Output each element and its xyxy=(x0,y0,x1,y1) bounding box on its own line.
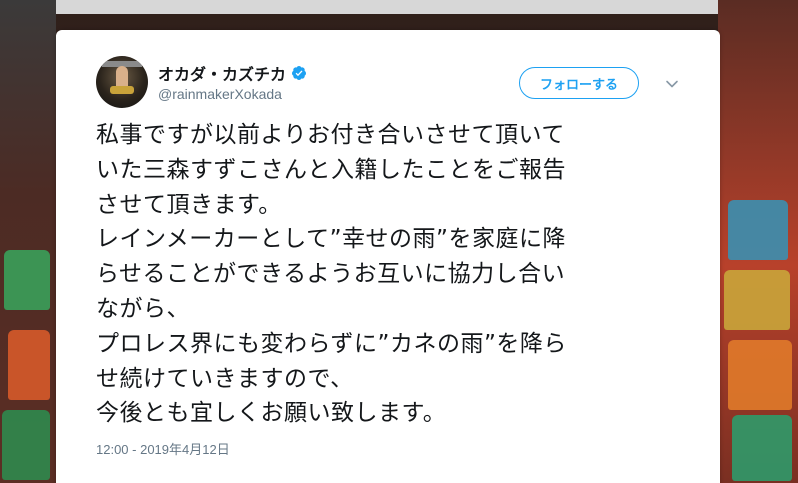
tweet-text-line: 私事ですが以前よりお付き合いさせて頂いて xyxy=(96,122,565,148)
tweet-text-line: いた三森すずこさんと入籍したことをご報告 xyxy=(96,156,566,183)
stadium-seat xyxy=(728,200,788,260)
stadium-seat xyxy=(728,340,792,410)
author-display-name[interactable]: オカダ・カズチカ xyxy=(158,61,286,85)
tweet-text-line: らせることができるようお互いに協力し合い xyxy=(96,261,566,288)
stadium-seat xyxy=(724,270,790,330)
top-bar xyxy=(0,0,798,14)
stadium-seat xyxy=(2,410,50,480)
tweet-text: 私事ですが以前よりお付き合いさせて頂いて いた三森すずこさんと入籍したことをご報… xyxy=(96,118,696,431)
author-handle[interactable]: @rainmakerXokada xyxy=(158,86,282,102)
author-name-row[interactable]: オカダ・カズチカ xyxy=(158,61,307,85)
tweet-text-line: させて頂きます。 xyxy=(96,191,282,218)
tweet-text-line: 今後とも宜しくお願い致します。 xyxy=(96,400,447,427)
tweet-text-line: ながら、 xyxy=(96,295,190,322)
verified-badge-icon xyxy=(292,66,307,80)
tweet-text-line: プロレス界にも変わらずに”カネの雨”を降ら xyxy=(96,330,567,357)
stadium-seat xyxy=(8,330,50,400)
avatar-belt xyxy=(110,86,134,94)
tweet-text-line: せ続けていきますので、 xyxy=(96,365,354,392)
follow-button[interactable]: フォローする xyxy=(519,67,639,99)
tweet-timestamp[interactable]: 12:00 - 2019年4月12日 xyxy=(96,439,230,458)
chevron-down-icon[interactable] xyxy=(665,77,679,91)
tweet-text-line: レインメーカーとして”幸せの雨”を家庭に降 xyxy=(96,226,566,253)
tweet-card: オカダ・カズチカ @rainmakerXokada フォローする 私事ですが以前… xyxy=(56,30,720,483)
stadium-seat xyxy=(732,415,792,481)
stadium-seat xyxy=(4,250,50,310)
avatar[interactable] xyxy=(96,56,148,108)
avatar-figure xyxy=(116,66,128,88)
